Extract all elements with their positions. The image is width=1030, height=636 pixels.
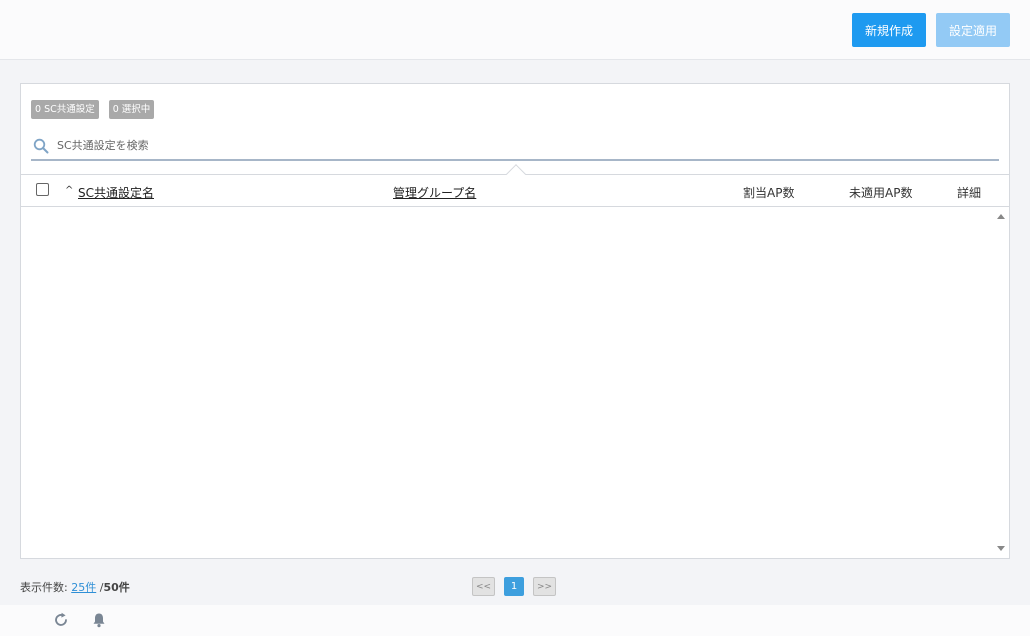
select-all-checkbox[interactable] <box>36 183 49 196</box>
column-header-sc-name[interactable]: SC共通設定名 <box>78 184 154 201</box>
bottom-bar <box>0 605 1030 636</box>
table-body <box>21 207 1009 558</box>
column-header-unapplied-ap: 未適用AP数 <box>849 186 913 200</box>
search-input[interactable] <box>57 139 957 152</box>
total-count-badge: 0 SC共通設定 <box>31 100 99 119</box>
pagination: << 1 >> <box>472 577 556 596</box>
per-page-link[interactable]: 25件 <box>71 581 96 594</box>
sc-settings-panel: 0 SC共通設定 0 選択中 ^ SC共通設定名 管理グループ名 割当AP数 未… <box>20 83 1010 559</box>
new-button[interactable]: 新規作成 <box>852 13 926 47</box>
page-1-button[interactable]: 1 <box>504 577 524 596</box>
sort-ascending-icon: ^ <box>65 185 74 196</box>
column-header-details: 詳細 <box>957 186 982 200</box>
total-count: 50件 <box>103 581 130 594</box>
selected-count-badge: 0 選択中 <box>108 100 155 119</box>
summary-badges: 0 SC共通設定 0 選択中 <box>31 100 155 119</box>
header-notch <box>506 164 526 184</box>
prev-page-button[interactable]: << <box>472 577 495 596</box>
top-toolbar: 新規作成 設定適用 <box>0 0 1030 60</box>
column-header-assigned-ap: 割当AP数 <box>743 186 795 200</box>
next-page-button[interactable]: >> <box>533 577 556 596</box>
refresh-icon[interactable] <box>53 612 69 628</box>
apply-settings-button[interactable]: 設定適用 <box>936 13 1010 47</box>
search-icon <box>33 138 49 153</box>
bell-icon[interactable] <box>91 612 107 628</box>
table-header: ^ SC共通設定名 管理グループ名 割当AP数 未適用AP数 詳細 <box>21 164 1009 207</box>
column-header-group-name[interactable]: 管理グループ名 <box>393 184 476 201</box>
scroll-down-arrow[interactable] <box>997 546 1005 551</box>
scroll-up-arrow[interactable] <box>997 214 1005 219</box>
display-count-label: 表示件数: <box>20 581 68 594</box>
search-bar <box>31 132 999 161</box>
display-count: 表示件数: 25件 /50件 <box>20 579 130 595</box>
